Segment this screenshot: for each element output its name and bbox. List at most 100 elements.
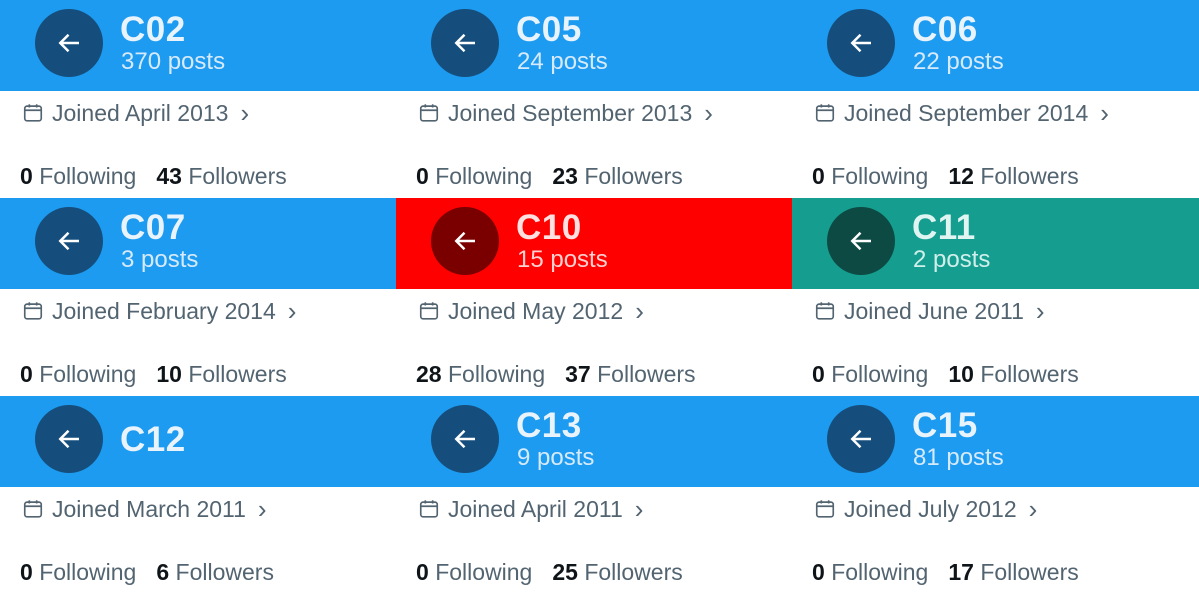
joined-date[interactable]: Joined September 2014 › [814,99,1109,127]
followers-link[interactable]: 23 Followers [552,162,682,190]
joined-date[interactable]: Joined May 2012 › [418,297,644,325]
profile-grid: C02 370 posts Joined April 2013 › 0 Foll… [0,0,1199,600]
followers-label: Followers [980,559,1079,585]
calendar-icon [22,300,44,322]
chevron-right-icon: › [635,296,644,326]
followers-label: Followers [584,163,683,189]
followers-label: Followers [188,163,287,189]
chevron-right-icon: › [240,98,250,128]
following-label: Following [831,361,929,387]
following-link[interactable]: 0 Following [20,162,136,190]
profile-card-c02: C02 370 posts Joined April 2013 › 0 Foll… [0,0,396,198]
joined-date[interactable]: Joined February 2014 › [22,297,296,325]
following-link[interactable]: 0 Following [416,162,532,190]
post-count: 370 posts [121,48,226,75]
post-count: 22 posts [913,48,1004,75]
profile-card-c13: C13 9 posts Joined April 2011 › 0 Follow… [396,396,792,600]
joined-date[interactable]: Joined April 2013 › [22,99,249,127]
back-button[interactable] [431,207,499,275]
post-count: 15 posts [517,246,608,273]
following-link[interactable]: 0 Following [812,558,928,586]
following-link[interactable]: 0 Following [20,558,136,586]
following-link[interactable]: 0 Following [812,360,928,388]
joined-label: Joined July 2012 [844,496,1017,522]
followers-count: 37 [565,361,591,387]
back-button[interactable] [35,405,103,473]
following-label: Following [831,559,929,585]
post-count: 9 posts [517,444,595,471]
following-count: 0 [812,361,825,387]
calendar-icon [418,300,440,322]
profile-name: C07 [120,208,186,247]
back-button[interactable] [431,9,499,77]
chevron-right-icon: › [634,494,644,524]
followers-link[interactable]: 10 Followers [156,360,286,388]
profile-card-c12: C12 Joined March 2011 › 0 Following 6 Fo… [0,396,396,600]
follow-stats: 0 Following 10 Followers [812,360,1079,388]
arrow-left-icon [58,429,79,449]
back-button[interactable] [827,405,895,473]
following-count: 28 [416,361,442,387]
profile-name: C05 [516,10,582,49]
followers-count: 43 [156,163,182,189]
chevron-right-icon: › [287,296,297,326]
profile-name: C13 [516,406,582,445]
followers-link[interactable]: 17 Followers [948,558,1078,586]
following-count: 0 [20,559,33,585]
back-button[interactable] [35,9,103,77]
followers-label: Followers [188,361,287,387]
follow-stats: 0 Following 6 Followers [20,558,274,586]
following-count: 0 [416,559,429,585]
chevron-right-icon: › [1028,494,1038,524]
following-label: Following [435,163,533,189]
profile-header: C07 3 posts [0,198,396,289]
followers-link[interactable]: 10 Followers [948,360,1078,388]
followers-link[interactable]: 43 Followers [156,162,286,190]
followers-count: 12 [948,163,974,189]
profile-header: C12 [0,396,396,487]
followers-label: Followers [980,361,1079,387]
joined-label: Joined April 2011 [448,496,623,522]
profile-card-c07: C07 3 posts Joined February 2014 › 0 Fol… [0,198,396,396]
joined-date[interactable]: Joined June 2011 › [814,297,1045,325]
followers-count: 25 [552,559,578,585]
followers-link[interactable]: 6 Followers [156,558,274,586]
following-count: 0 [812,559,825,585]
followers-label: Followers [175,559,274,585]
back-button[interactable] [35,207,103,275]
joined-date[interactable]: Joined July 2012 › [814,495,1037,523]
follow-stats: 0 Following 12 Followers [812,162,1079,190]
following-link[interactable]: 0 Following [20,360,136,388]
followers-count: 17 [948,559,974,585]
joined-label: Joined April 2013 [52,100,229,126]
back-button[interactable] [431,405,499,473]
followers-link[interactable]: 25 Followers [552,558,682,586]
profile-header: C06 22 posts [792,0,1199,91]
follow-stats: 0 Following 43 Followers [20,162,287,190]
back-button[interactable] [827,9,895,77]
profile-name: C06 [912,10,978,49]
profile-header: C10 15 posts [396,198,792,289]
chevron-right-icon: › [1035,296,1045,326]
joined-date[interactable]: Joined March 2011 › [22,495,267,523]
following-link[interactable]: 0 Following [812,162,928,190]
followers-label: Followers [597,361,696,387]
arrow-left-icon [850,429,871,449]
profile-card-c06: C06 22 posts Joined September 2014 › 0 F… [792,0,1199,198]
calendar-icon [418,498,440,520]
calendar-icon [22,498,44,520]
profile-name: C11 [912,208,976,247]
calendar-icon [814,300,836,322]
profile-header: C15 81 posts [792,396,1199,487]
follow-stats: 0 Following 17 Followers [812,558,1079,586]
back-button[interactable] [827,207,895,275]
following-link[interactable]: 0 Following [416,558,532,586]
arrow-left-icon [850,231,871,251]
joined-date[interactable]: Joined September 2013 › [418,99,713,127]
joined-date[interactable]: Joined April 2011 › [418,495,643,523]
followers-link[interactable]: 37 Followers [565,360,695,388]
followers-link[interactable]: 12 Followers [948,162,1078,190]
joined-label: Joined September 2014 [844,100,1089,126]
following-link[interactable]: 28 Following [416,360,545,388]
chevron-right-icon: › [1100,98,1109,128]
